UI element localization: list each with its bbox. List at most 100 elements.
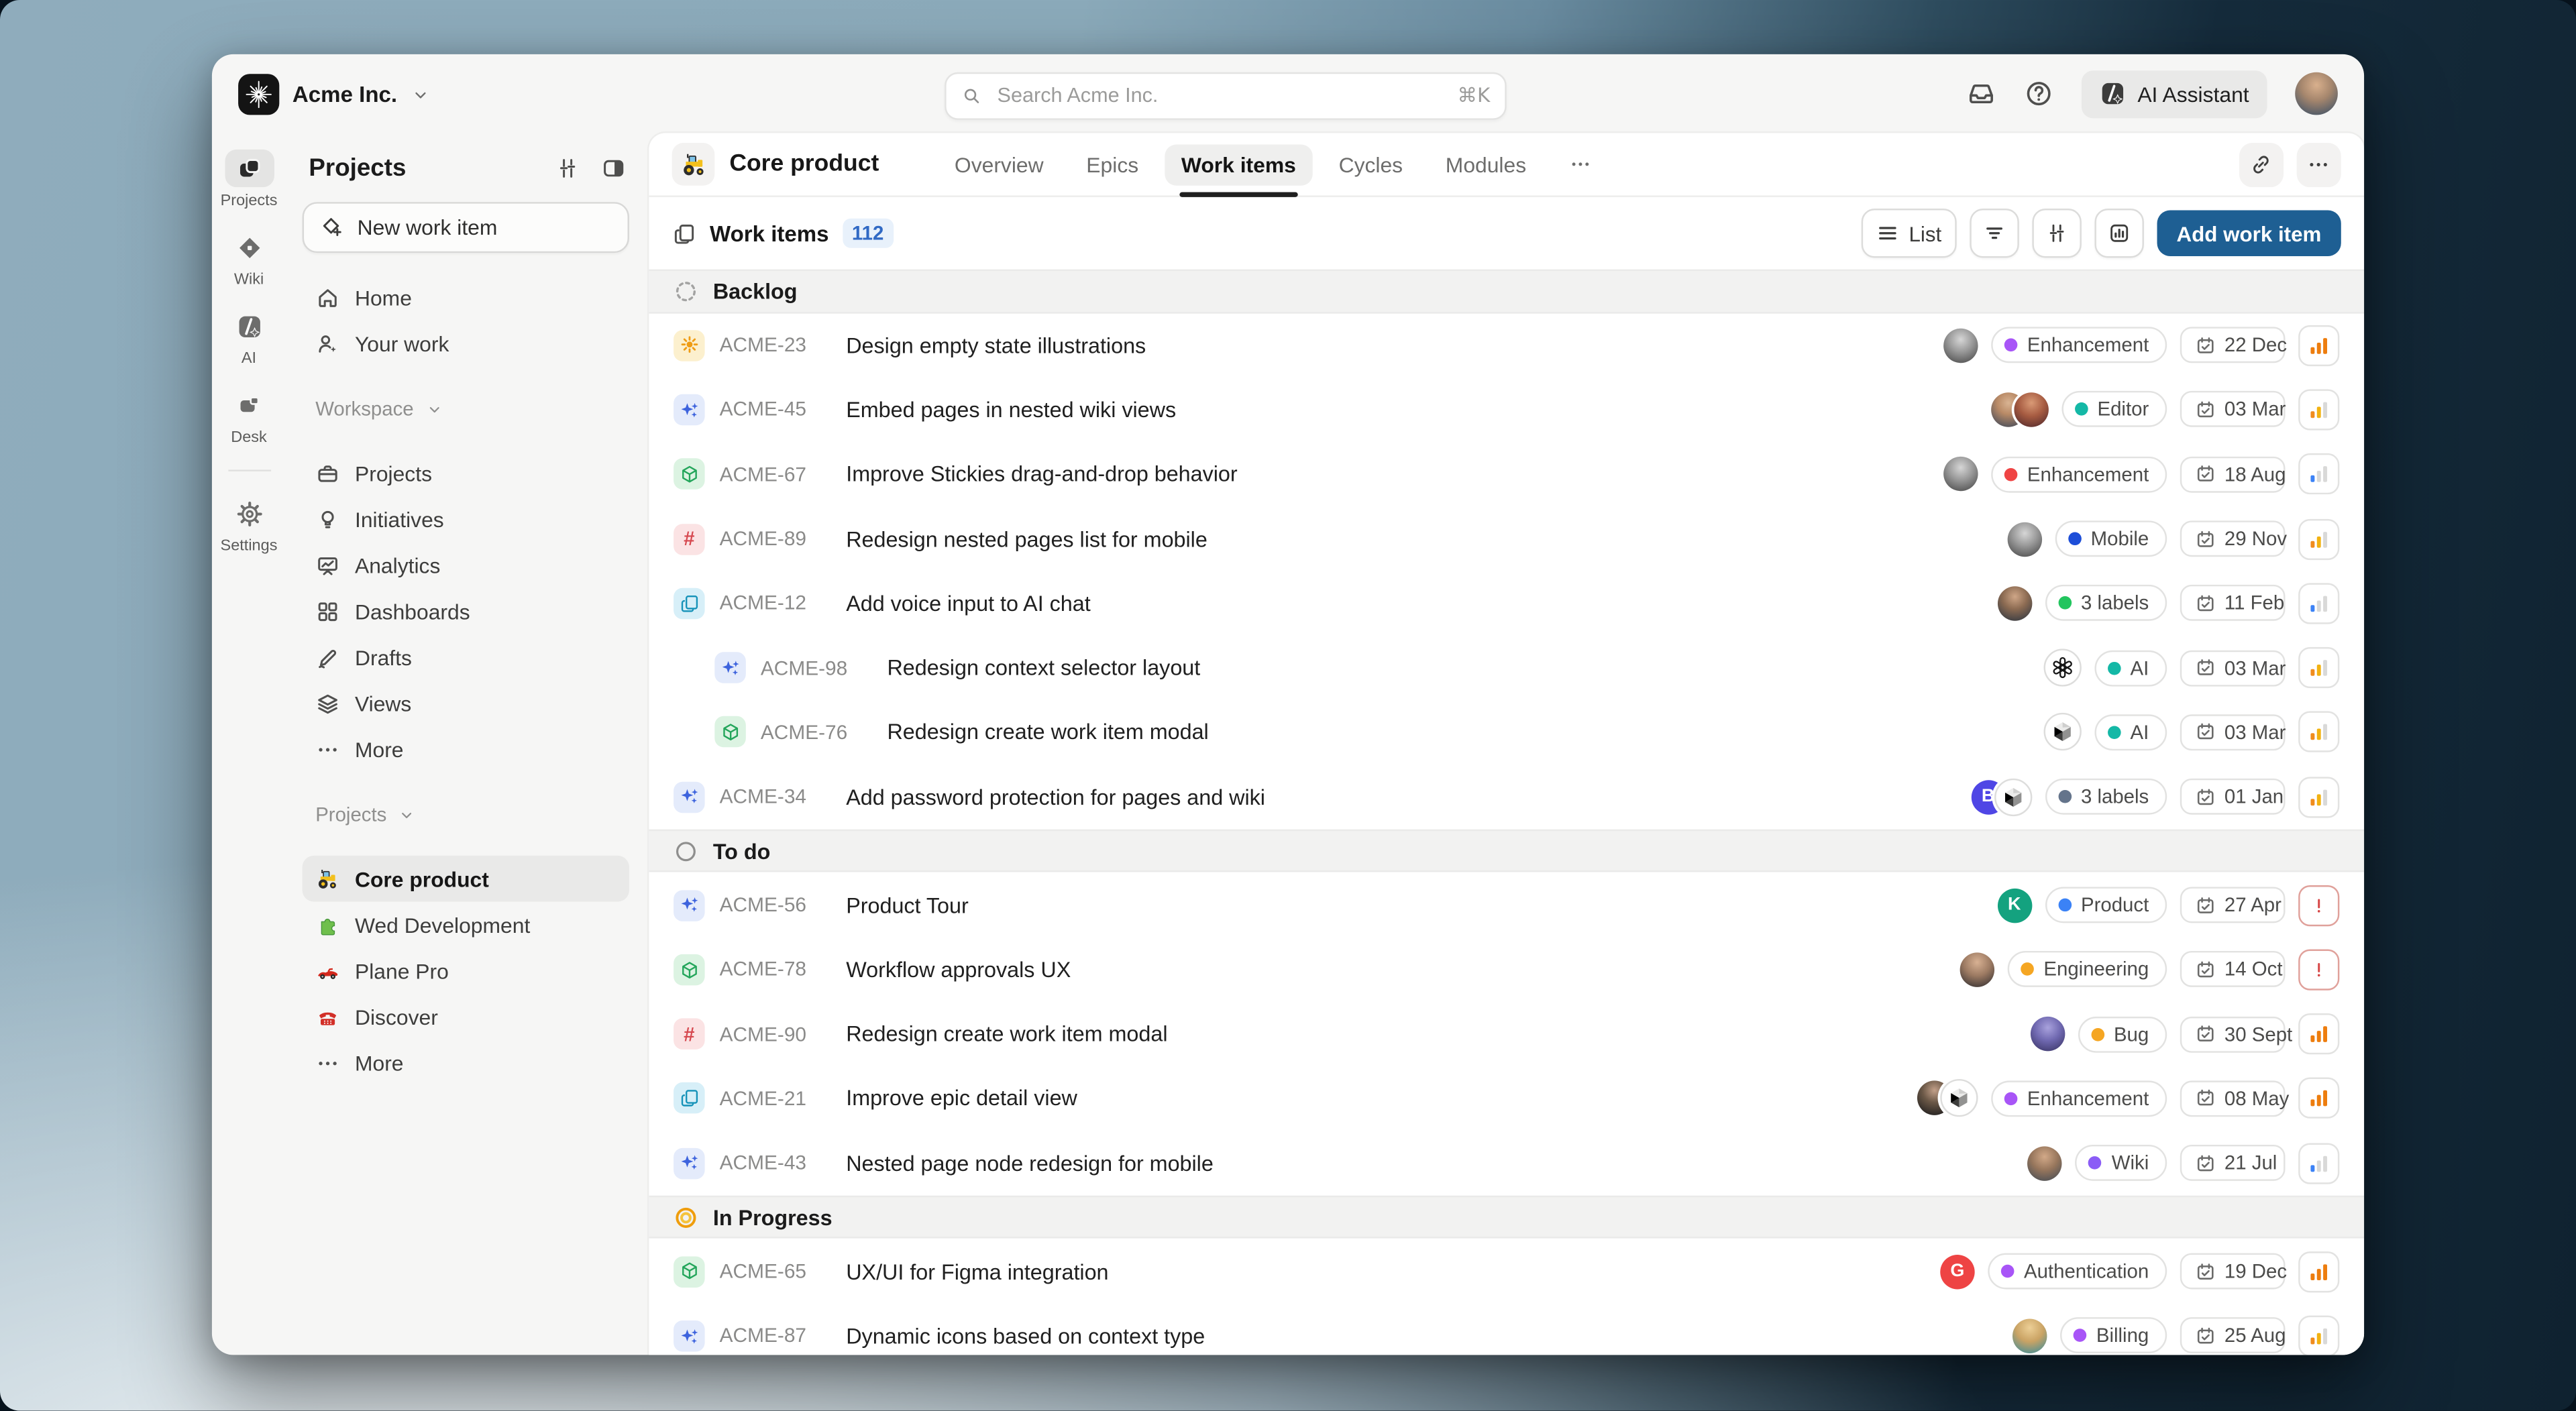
priority-medium-icon[interactable]	[2298, 389, 2339, 430]
priority-medium-icon[interactable]	[2298, 1315, 2339, 1355]
work-item-row[interactable]: # ACME-90 Redesign create work item moda…	[649, 1002, 2364, 1066]
label-pill[interactable]: Bug	[2078, 1016, 2167, 1052]
sidebar-item-analytics[interactable]: Analytics	[303, 542, 629, 588]
label-pill[interactable]: Editor	[2061, 392, 2167, 428]
help-icon[interactable]	[2024, 79, 2053, 109]
label-pill[interactable]: Mobile	[2055, 520, 2167, 557]
due-date-pill[interactable]: 29 Nov	[2180, 520, 2286, 557]
label-pill[interactable]: Billing	[2060, 1318, 2167, 1354]
priority-medium-icon[interactable]	[2298, 518, 2339, 559]
due-date-pill[interactable]: 03 Mar	[2180, 392, 2286, 428]
sidebar-item-projects[interactable]: Projects	[303, 450, 629, 496]
tab-cycles[interactable]: Cycles	[1322, 144, 1419, 184]
group-header-backlog[interactable]: Backlog	[649, 270, 2364, 313]
new-work-item-button[interactable]: New work item	[303, 202, 629, 253]
label-pill[interactable]: AI	[2094, 714, 2167, 750]
due-date-pill[interactable]: 22 Dec	[2180, 327, 2286, 363]
due-date-pill[interactable]: 21 Jul	[2180, 1145, 2286, 1181]
assignee-avatars[interactable]	[2030, 1017, 2064, 1051]
assignee-avatars[interactable]	[1943, 328, 1978, 362]
assignee-avatars[interactable]	[2028, 1146, 2062, 1180]
tab-more[interactable]	[1552, 144, 1608, 184]
sidebar-item-dashboards[interactable]: Dashboards	[303, 588, 629, 634]
global-search[interactable]: ⌘K	[945, 72, 1507, 119]
due-date-pill[interactable]: 18 Aug	[2180, 456, 2286, 492]
due-date-pill[interactable]: 19 Dec	[2180, 1253, 2286, 1290]
label-pill[interactable]: AI	[2094, 650, 2167, 686]
search-input[interactable]	[994, 82, 1446, 108]
rail-item-desk[interactable]: Desk	[212, 386, 286, 447]
assignee-avatars[interactable]: G	[1940, 1254, 1974, 1288]
priority-medium-icon[interactable]	[2298, 777, 2339, 817]
workspace-switcher[interactable]: Acme Inc.	[238, 73, 430, 114]
sidebar-project-discover[interactable]: Discover	[303, 994, 629, 1040]
priority-medium-icon[interactable]	[2298, 647, 2339, 688]
group-header-to-do[interactable]: To do	[649, 829, 2364, 872]
priority-urgent-icon[interactable]	[2298, 885, 2339, 925]
tab-overview[interactable]: Overview	[938, 144, 1060, 184]
work-item-row[interactable]: ACME-65 UX/UI for Figma integration G Au…	[649, 1239, 2364, 1303]
assignee-avatars[interactable]	[1990, 392, 2048, 427]
sidebar-project-core-product[interactable]: Core product	[303, 856, 629, 902]
projects-section-header[interactable]: Projects	[303, 795, 629, 834]
assignee-avatars[interactable]	[1917, 1080, 1978, 1117]
priority-medium-icon[interactable]	[2298, 712, 2339, 752]
assignee-avatars[interactable]	[2012, 1318, 2047, 1353]
rail-item-ai[interactable]: AI	[212, 307, 286, 368]
priority-urgent-icon[interactable]	[2298, 949, 2339, 990]
due-date-pill[interactable]: 25 Aug	[2180, 1318, 2286, 1354]
work-item-row[interactable]: ACME-56 Product Tour K Product 27 Apr	[649, 872, 2364, 937]
work-item-row[interactable]: ACME-67 Improve Stickies drag-and-drop b…	[649, 442, 2364, 506]
label-pill[interactable]: Engineering	[2008, 952, 2167, 988]
assignee-avatars[interactable]	[1960, 952, 1994, 986]
work-item-row[interactable]: ACME-98 Redesign context selector layout…	[649, 636, 2364, 700]
work-item-row[interactable]: ACME-43 Nested page node redesign for mo…	[649, 1131, 2364, 1195]
assignee-avatars[interactable]	[1943, 457, 1978, 491]
due-date-pill[interactable]: 30 Sept	[2180, 1016, 2286, 1052]
filters-button[interactable]	[1970, 209, 2019, 258]
work-item-row[interactable]: ACME-78 Workflow approvals UX Engineerin…	[649, 938, 2364, 1002]
copy-link-button[interactable]	[2239, 142, 2284, 186]
sidebar-project-plane-pro[interactable]: Plane Pro	[303, 948, 629, 994]
user-avatar[interactable]	[2295, 72, 2338, 115]
due-date-pill[interactable]: 03 Mar	[2180, 650, 2286, 686]
priority-low-icon[interactable]	[2298, 583, 2339, 624]
due-date-pill[interactable]: 27 Apr	[2180, 887, 2286, 923]
group-header-in-progress[interactable]: In Progress	[649, 1196, 2364, 1239]
sidebar-preferences-icon[interactable]	[555, 156, 580, 181]
rail-item-settings[interactable]: Settings	[212, 494, 286, 555]
priority-low-icon[interactable]	[2298, 1143, 2339, 1184]
tab-modules[interactable]: Modules	[1429, 144, 1542, 184]
assignee-avatars[interactable]: B	[1971, 778, 2032, 815]
tab-epics[interactable]: Epics	[1070, 144, 1155, 184]
work-item-row[interactable]: ACME-34 Add password protection for page…	[649, 765, 2364, 829]
rail-item-projects[interactable]: Projects	[212, 150, 286, 211]
sidebar-item-home[interactable]: Home	[303, 274, 629, 321]
collapse-sidebar-icon[interactable]	[601, 156, 626, 181]
label-pill[interactable]: 3 labels	[2045, 779, 2167, 815]
due-date-pill[interactable]: 11 Feb	[2180, 585, 2286, 622]
assignee-avatars[interactable]	[1997, 586, 2031, 620]
work-item-row[interactable]: ACME-45 Embed pages in nested wiki views…	[649, 378, 2364, 442]
due-date-pill[interactable]: 03 Mar	[2180, 714, 2286, 750]
sidebar-project-more[interactable]: More	[303, 1039, 629, 1086]
rail-item-wiki[interactable]: Wiki	[212, 228, 286, 289]
assignee-avatars[interactable]: K	[1997, 888, 2031, 922]
due-date-pill[interactable]: 08 May	[2180, 1080, 2286, 1117]
work-item-row[interactable]: ACME-12 Add voice input to AI chat 3 lab…	[649, 571, 2364, 635]
add-work-item-button[interactable]: Add work item	[2157, 210, 2341, 256]
sidebar-item-your-work[interactable]: Your work	[303, 321, 629, 367]
ai-assistant-button[interactable]: AI Assistant	[2082, 70, 2267, 117]
work-item-row[interactable]: ACME-87 Dynamic icons based on context t…	[649, 1304, 2364, 1355]
workspace-section-header[interactable]: Workspace	[303, 389, 629, 429]
label-pill[interactable]: Enhancement	[1991, 327, 2167, 363]
work-item-row[interactable]: ACME-21 Improve epic detail view Enhance…	[649, 1066, 2364, 1131]
label-pill[interactable]: Product	[2045, 887, 2167, 923]
assignee-avatars[interactable]	[2043, 649, 2081, 687]
priority-high-icon[interactable]	[2298, 1013, 2339, 1054]
label-pill[interactable]: Enhancement	[1991, 456, 2167, 492]
priority-high-icon[interactable]	[2298, 325, 2339, 365]
label-pill[interactable]: Wiki	[2076, 1145, 2167, 1181]
priority-high-icon[interactable]	[2298, 1078, 2339, 1119]
sidebar-item-more[interactable]: More	[303, 726, 629, 772]
